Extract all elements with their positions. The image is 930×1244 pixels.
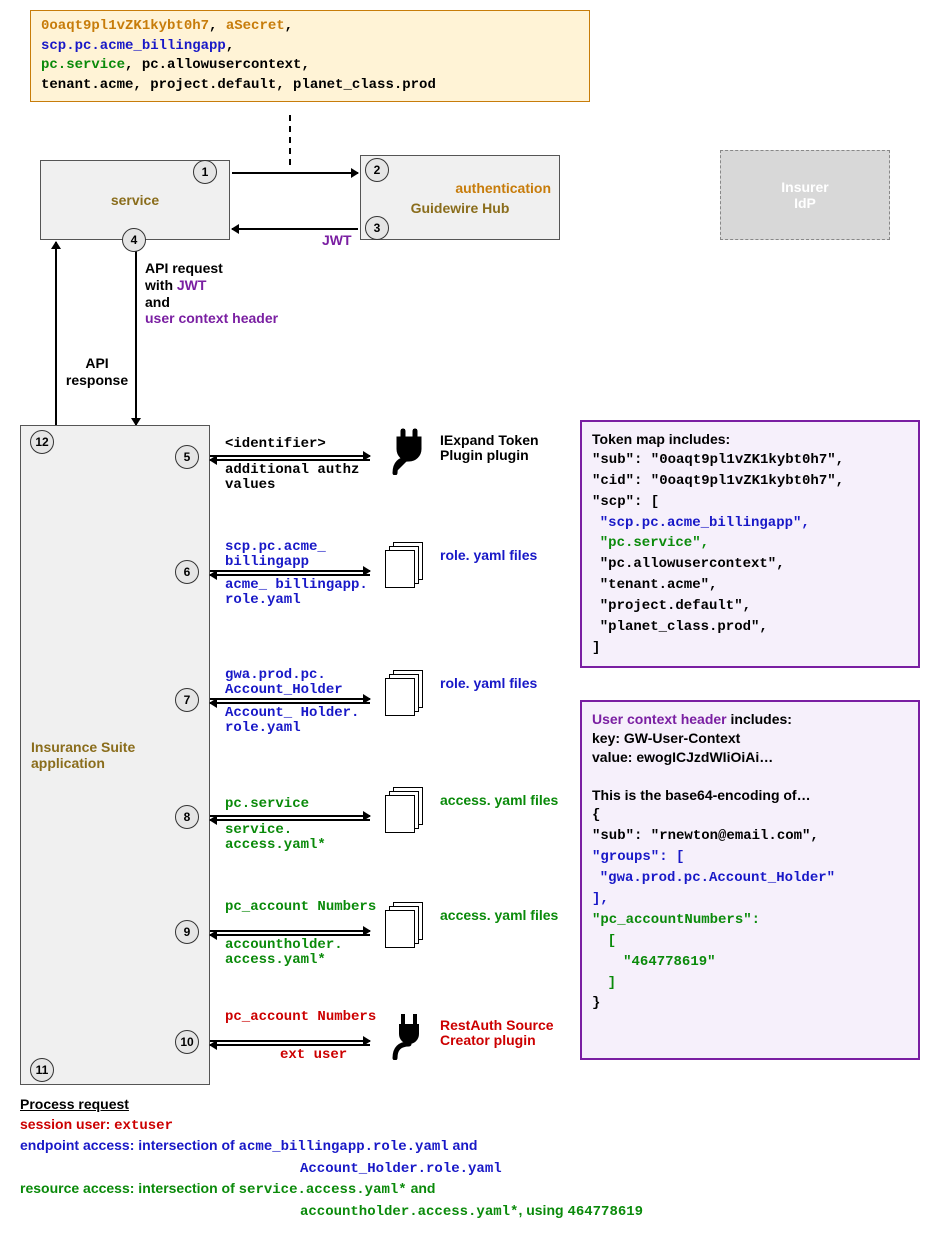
token-cid: "cid": "0oaqt9pl1vZK1kybt0h7", (592, 473, 844, 489)
idp-l1: Insurer (781, 179, 828, 195)
scope-tenant: tenant.acme, project.default, planet_cla… (41, 77, 436, 93)
api-response-label: API response (62, 355, 132, 389)
user-context-box: User context header includes: key: GW-Us… (580, 700, 920, 1060)
plugin-icon (385, 427, 429, 475)
user-key: key: GW-User-Context (592, 730, 740, 746)
step-12: 12 (30, 430, 54, 454)
step-6: 6 (175, 560, 199, 584)
arrow-down-req (135, 242, 137, 425)
scope-billingapp: scp.pc.acme_billingapp (41, 38, 226, 54)
user-title: User context header (592, 711, 727, 727)
user-value: value: ewogICJzdWIiOiAi… (592, 749, 773, 765)
idp-box: Insurer IdP (720, 150, 890, 240)
api-request-label: API request with JWT and user context he… (145, 260, 305, 327)
service-label: service (111, 192, 159, 208)
row6-bottom: acme_ billingapp. role.yaml (225, 578, 385, 609)
token-i1: "scp.pc.acme_billingapp", (600, 515, 810, 531)
scope-usercontext: pc.allowusercontext (142, 57, 302, 73)
row6-top: scp.pc.acme_ billingapp (225, 540, 385, 571)
token-i5: "project.default", (600, 598, 751, 614)
row5-bottom: additional authz values (225, 463, 385, 494)
app-box: Insurance Suite application (20, 425, 210, 1085)
step-1: 1 (193, 160, 217, 184)
row9-top: pc_account Numbers (225, 900, 385, 915)
arrow-up-resp (55, 242, 57, 425)
token-i3: "pc.allowusercontext", (600, 556, 785, 572)
docs-icon (385, 787, 423, 835)
dotted-connector (289, 115, 291, 165)
user-pcacct: "pc_accountNumbers": (592, 912, 760, 928)
row10-right: RestAuth Source Creator plugin (440, 1018, 560, 1049)
plugin-icon (385, 1012, 429, 1060)
row7-top: gwa.prod.pc. Account_Holder (225, 668, 385, 699)
token-i2: "pc.service", (600, 535, 709, 551)
token-scp: "scp": [ (592, 494, 659, 510)
row10-top: pc_account Numbers (225, 1010, 385, 1025)
step-5: 5 (175, 445, 199, 469)
row8-right: access. yaml files (440, 793, 560, 808)
token-title: Token map (592, 431, 665, 447)
token-sub: "sub": "0oaqt9pl1vZK1kybt0h7", (592, 452, 844, 468)
row6-right: role. yaml files (440, 548, 560, 563)
token-map-box: Token map includes: "sub": "0oaqt9pl1vZK… (580, 420, 920, 668)
client-secret: aSecret (226, 18, 285, 34)
scope-service: pc.service (41, 57, 125, 73)
auth-label: authentication (455, 180, 551, 196)
step-3: 3 (365, 216, 389, 240)
row7-right: role. yaml files (440, 676, 560, 691)
summary-session: session user: (20, 1116, 114, 1132)
row9-bottom: accountholder. access.yaml* (225, 938, 385, 969)
summary-resource: resource access: intersection of (20, 1180, 239, 1196)
process-summary: Process request session user: extuser en… (20, 1095, 900, 1223)
step-11: 11 (30, 1058, 54, 1082)
docs-icon (385, 542, 423, 590)
row5-top: <identifier> (225, 437, 385, 452)
step-7: 7 (175, 688, 199, 712)
hub-label: Guidewire Hub (411, 200, 510, 216)
user-group1: "gwa.prod.pc.Account_Holder" (600, 870, 835, 886)
credentials-box: 0oaqt9pl1vZK1kybt0h7, aSecret, scp.pc.ac… (30, 10, 590, 102)
step-9: 9 (175, 920, 199, 944)
client-id: 0oaqt9pl1vZK1kybt0h7 (41, 18, 209, 34)
token-close: ] (592, 640, 600, 656)
token-i6: "planet_class.prod", (600, 619, 768, 635)
step-10: 10 (175, 1030, 199, 1054)
docs-icon (385, 902, 423, 950)
hub-box: authentication Guidewire Hub (360, 155, 560, 240)
row8-bottom: service. access.yaml* (225, 823, 385, 854)
token-i4: "tenant.acme", (600, 577, 718, 593)
jwt-label: JWT (322, 232, 352, 249)
row9-right: access. yaml files (440, 908, 560, 923)
summary-endpoint: endpoint access: intersection of (20, 1137, 239, 1153)
summary-title: Process request (20, 1096, 129, 1112)
user-sub: "sub": "rnewton@email.com", (592, 828, 819, 844)
arrow-from-hub (232, 228, 358, 230)
row7-bottom: Account_ Holder. role.yaml (225, 706, 385, 737)
user-desc: This is the base64-encoding of… (592, 787, 811, 803)
docs-icon (385, 670, 423, 718)
user-acctnum: "464778619" (623, 954, 715, 970)
row8-top: pc.service (225, 797, 385, 812)
step-4: 4 (122, 228, 146, 252)
arrow-to-hub (232, 172, 358, 174)
app-label: Insurance Suite application (21, 739, 209, 771)
step-8: 8 (175, 805, 199, 829)
row5-right: IExpand Token Plugin plugin (440, 433, 560, 464)
step-2: 2 (365, 158, 389, 182)
idp-l2: IdP (794, 195, 816, 211)
user-groups: "groups": [ (592, 849, 684, 865)
